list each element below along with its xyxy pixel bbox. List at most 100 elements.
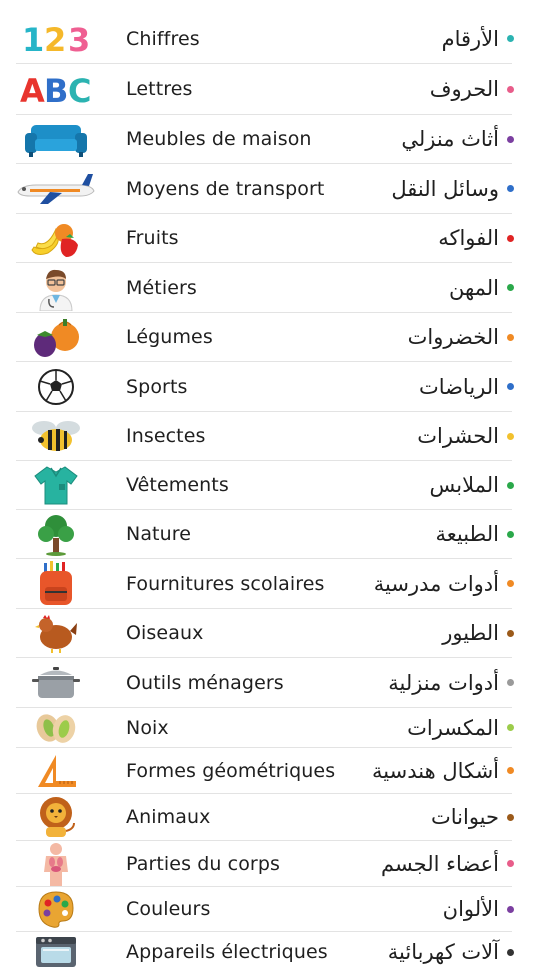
category-label-ar: الألوان: [442, 897, 499, 921]
cooking-pot-icon: [16, 664, 96, 702]
category-label-ar: أدوات منزلية: [388, 670, 499, 695]
category-row-appareils[interactable]: Appareils électriques آلات كهربائية: [16, 932, 514, 972]
category-label-ar: الطبيعة: [435, 522, 499, 546]
category-label-fr: Outils ménagers: [126, 671, 284, 694]
category-row-corps[interactable]: Parties du corps أعضاء الجسم: [16, 841, 514, 887]
category-label-fr: Métiers: [126, 276, 197, 299]
svg-text:3: 3: [68, 21, 90, 57]
category-label-ar: المكسرات: [407, 715, 499, 740]
category-label-fr: Noix: [126, 716, 169, 739]
pistachio-icon: [16, 710, 96, 746]
category-row-outils[interactable]: Outils ménagers أدوات منزلية: [16, 658, 514, 708]
category-label-fr: Chiffres: [126, 27, 200, 50]
category-row-meubles[interactable]: Meubles de maison أثاث منزلي: [16, 115, 514, 164]
bullet-dot: [507, 724, 514, 731]
bullet-dot: [507, 629, 514, 637]
sofa-icon: [16, 119, 96, 159]
bullet-dot: [507, 813, 514, 821]
category-label-fr: Lettres: [126, 78, 193, 100]
category-label-fr: Nature: [126, 523, 192, 545]
category-label-fr: Couleurs: [126, 898, 211, 920]
bee-icon: [16, 416, 96, 456]
category-label-ar: الحروف: [429, 77, 499, 101]
bullet-dot: [507, 948, 514, 956]
bullet-dot: [507, 383, 514, 390]
category-label-ar: الفواكه: [438, 226, 499, 250]
bullet-dot: [507, 284, 514, 291]
fruits-icon: [16, 217, 96, 259]
category-label-fr: Légumes: [126, 326, 213, 348]
lion-icon: [16, 795, 96, 839]
human-body-icon: [16, 842, 96, 886]
shirt-icon: [16, 464, 96, 506]
category-row-vetements[interactable]: Vêtements الملابس: [16, 461, 514, 510]
category-label-ar: الرياضات: [418, 374, 499, 399]
category-label-fr: Meubles de maison: [126, 128, 312, 150]
svg-text:C: C: [68, 72, 91, 107]
category-row-insectes[interactable]: Insectes الحشرات: [16, 412, 514, 461]
category-label-ar: الحشرات: [417, 424, 499, 448]
bullet-dot: [507, 767, 514, 774]
category-row-fruits[interactable]: Fruits الفواكه: [16, 214, 514, 263]
category-row-oiseaux[interactable]: Oiseaux الطيور: [16, 609, 514, 658]
category-row-noix[interactable]: Noix المكسرات: [16, 708, 514, 748]
bullet-dot: [507, 135, 514, 143]
category-row-nature[interactable]: Nature الطبيعة: [16, 510, 514, 559]
category-label-fr: Fruits: [126, 227, 179, 249]
category-label-ar: أشكال هندسية: [372, 758, 499, 783]
tree-icon: [16, 512, 96, 556]
category-label-fr: Fournitures scolaires: [126, 572, 325, 595]
soccer-ball-icon: [16, 367, 96, 407]
letters-abc-icon: A B C: [16, 71, 96, 107]
category-row-animaux[interactable]: Animaux حيوانات: [16, 794, 514, 841]
svg-text:A: A: [20, 72, 45, 107]
category-label-ar: حيوانات: [430, 805, 499, 829]
oven-icon: [16, 935, 96, 969]
hen-icon: [16, 613, 96, 653]
svg-text:2: 2: [44, 21, 66, 57]
category-row-sports[interactable]: Sports الرياضات: [16, 362, 514, 412]
category-row-couleurs[interactable]: Couleurs الألوان: [16, 887, 514, 932]
bullet-dot: [507, 432, 514, 440]
category-row-chiffres[interactable]: 1 2 3 Chiffres الأرقام: [16, 14, 514, 64]
category-label-fr: Appareils électriques: [126, 941, 328, 963]
category-label-ar: الأرقام: [441, 26, 499, 51]
bullet-dot: [507, 530, 514, 538]
category-label-ar: الخضروات: [407, 325, 499, 349]
category-label-ar: أعضاء الجسم: [380, 851, 499, 876]
category-row-transport[interactable]: Moyens de transport وسائل النقل: [16, 164, 514, 214]
bullet-dot: [507, 580, 514, 587]
category-row-formes[interactable]: Formes géométriques أشكال هندسية: [16, 748, 514, 794]
svg-text:B: B: [44, 72, 68, 107]
bullet-dot: [507, 85, 514, 93]
set-square-icon: [16, 753, 96, 789]
category-row-fournitures[interactable]: Fournitures scolaires أدوات مدرسية: [16, 559, 514, 609]
category-label-ar: الملابس: [429, 473, 499, 497]
category-label-fr: Insectes: [126, 425, 206, 447]
category-label-ar: آلات كهربائية: [387, 940, 499, 964]
category-label-fr: Parties du corps: [126, 852, 280, 875]
category-label-fr: Formes géométriques: [126, 759, 336, 782]
category-label-fr: Vêtements: [126, 474, 229, 496]
bullet-dot: [507, 234, 514, 242]
category-label-ar: وسائل النقل: [391, 176, 499, 201]
category-row-metiers[interactable]: Métiers المهن: [16, 263, 514, 313]
category-label-fr: Moyens de transport: [126, 177, 325, 200]
bullet-dot: [507, 185, 514, 192]
svg-text:1: 1: [22, 21, 44, 57]
bullet-dot: [507, 481, 514, 489]
category-label-ar: الطيور: [442, 621, 499, 645]
doctor-icon: [16, 265, 96, 311]
school-bag-icon: [16, 560, 96, 607]
vegetables-icon: [16, 315, 96, 359]
numbers-123-icon: 1 2 3: [16, 21, 96, 57]
category-row-lettres[interactable]: A B C Lettres الحروف: [16, 64, 514, 115]
bullet-dot: [507, 860, 514, 867]
airplane-icon: [16, 172, 96, 206]
bullet-dot: [507, 905, 514, 913]
paint-palette-icon: [16, 889, 96, 929]
category-label-fr: Animaux: [126, 806, 211, 828]
category-row-legumes[interactable]: Légumes الخضروات: [16, 313, 514, 362]
bullet-dot: [507, 333, 514, 341]
category-label-fr: Sports: [126, 375, 188, 398]
